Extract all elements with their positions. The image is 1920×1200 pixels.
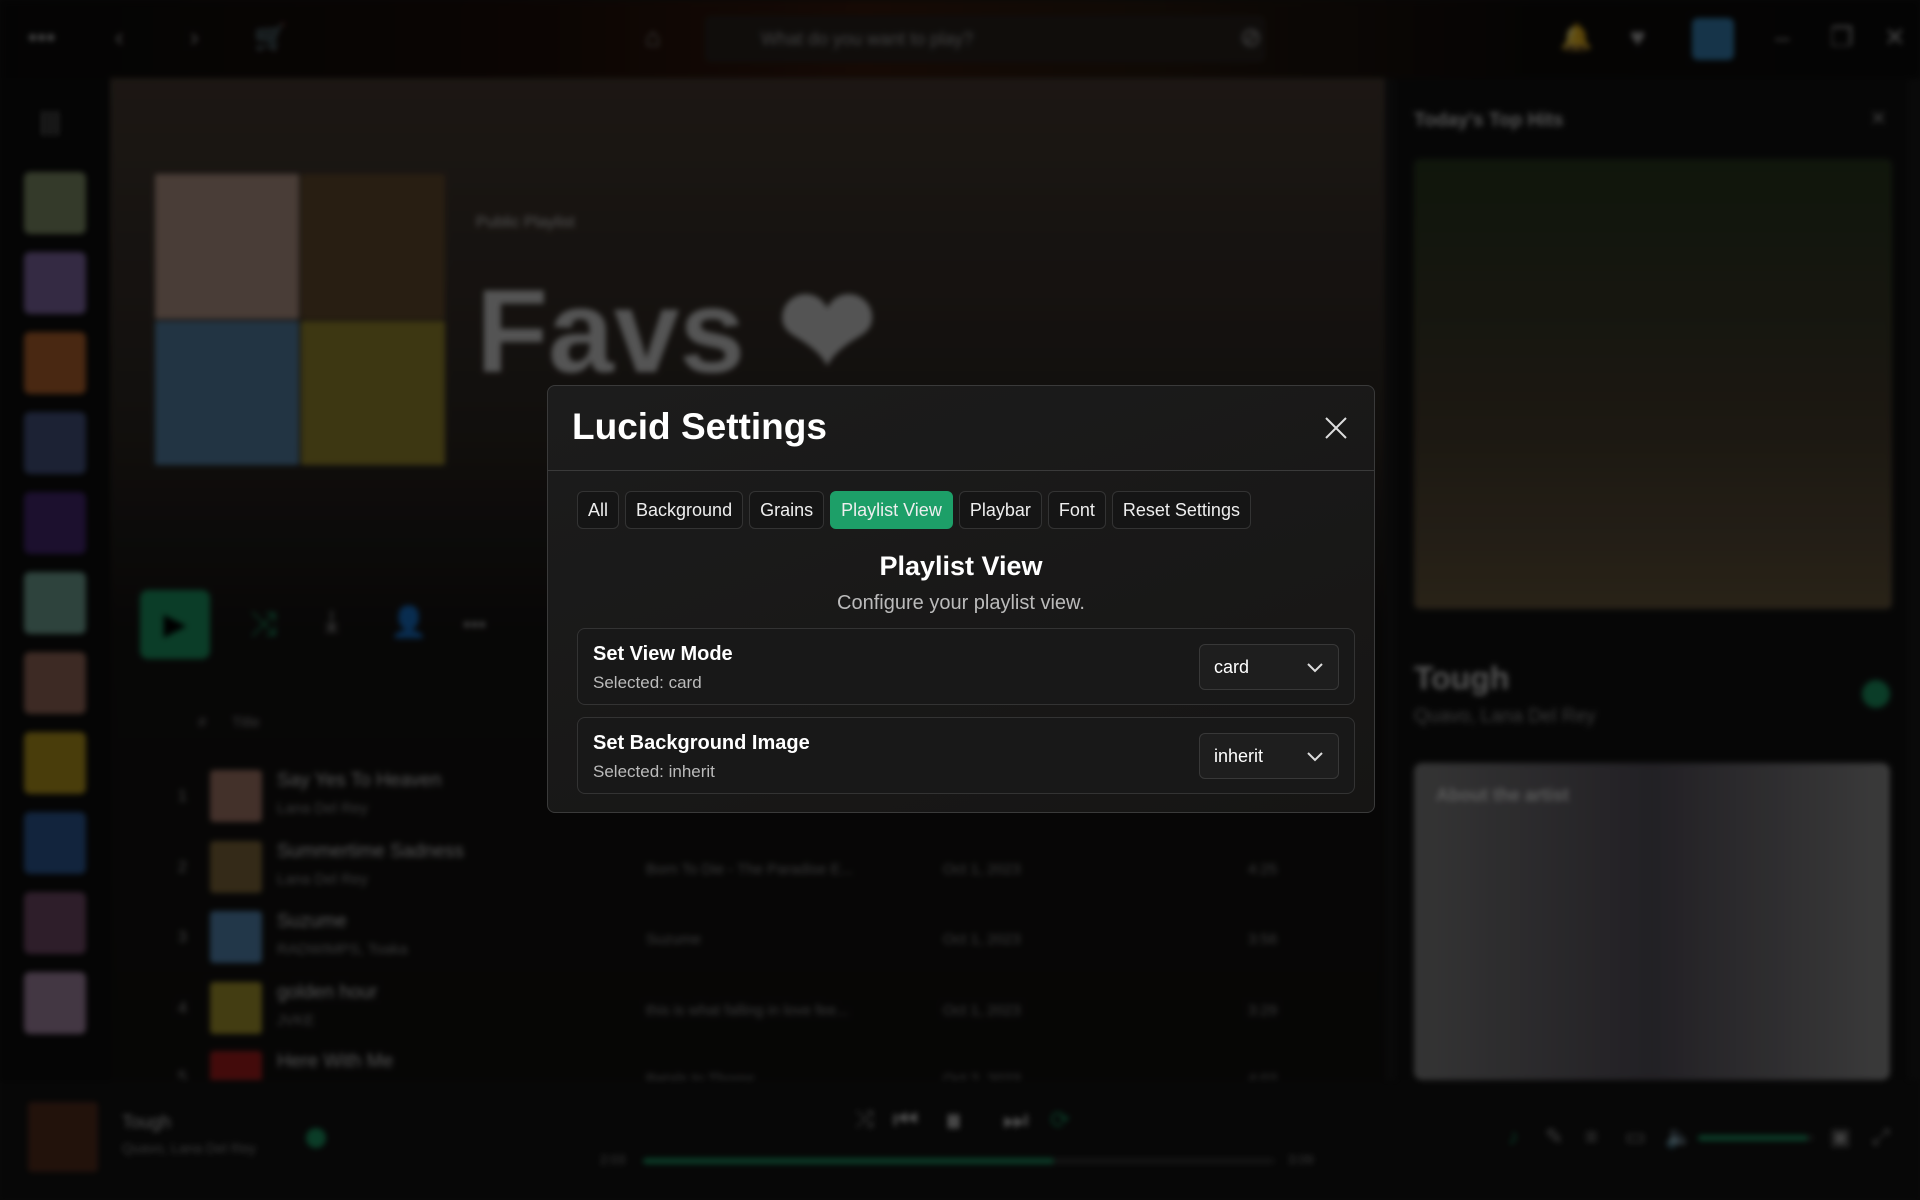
chevron-down-icon [1307,752,1323,762]
setting-title: Set View Mode [593,643,733,665]
close-modal-button[interactable] [1320,412,1352,444]
divider [548,470,1374,471]
tab-playlist-view[interactable]: Playlist View [830,491,953,529]
tab-background[interactable]: Background [625,491,744,529]
tab-grains[interactable]: Grains [749,491,825,529]
modal-title: Lucid Settings [572,406,827,447]
tab-font[interactable]: Font [1047,491,1106,529]
setting-background-image: Set Background Image Selected: inherit i… [577,717,1355,794]
tab-all[interactable]: All [577,491,620,529]
tab-playbar[interactable]: Playbar [958,491,1042,529]
view-mode-select[interactable]: card [1199,644,1339,690]
setting-title: Set Background Image [593,732,810,754]
setting-selected: Selected: inherit [593,762,715,781]
close-icon [1325,417,1347,439]
background-image-select[interactable]: inherit [1199,733,1339,779]
settings-modal: Lucid Settings All Background Grains Playli… [547,385,1375,813]
select-value: card [1214,657,1250,677]
setting-selected: Selected: card [593,673,702,692]
chevron-down-icon [1307,663,1323,673]
setting-view-mode: Set View Mode Selected: card card [577,628,1355,705]
section-title: Playlist View [879,551,1043,581]
tab-reset-settings[interactable]: Reset Settings [1111,491,1251,529]
select-value: inherit [1214,746,1264,766]
settings-tabs: All Background Grains Playlist View Playbar F… [577,491,1251,529]
section-subtitle: Configure your playlist view. [837,592,1085,614]
